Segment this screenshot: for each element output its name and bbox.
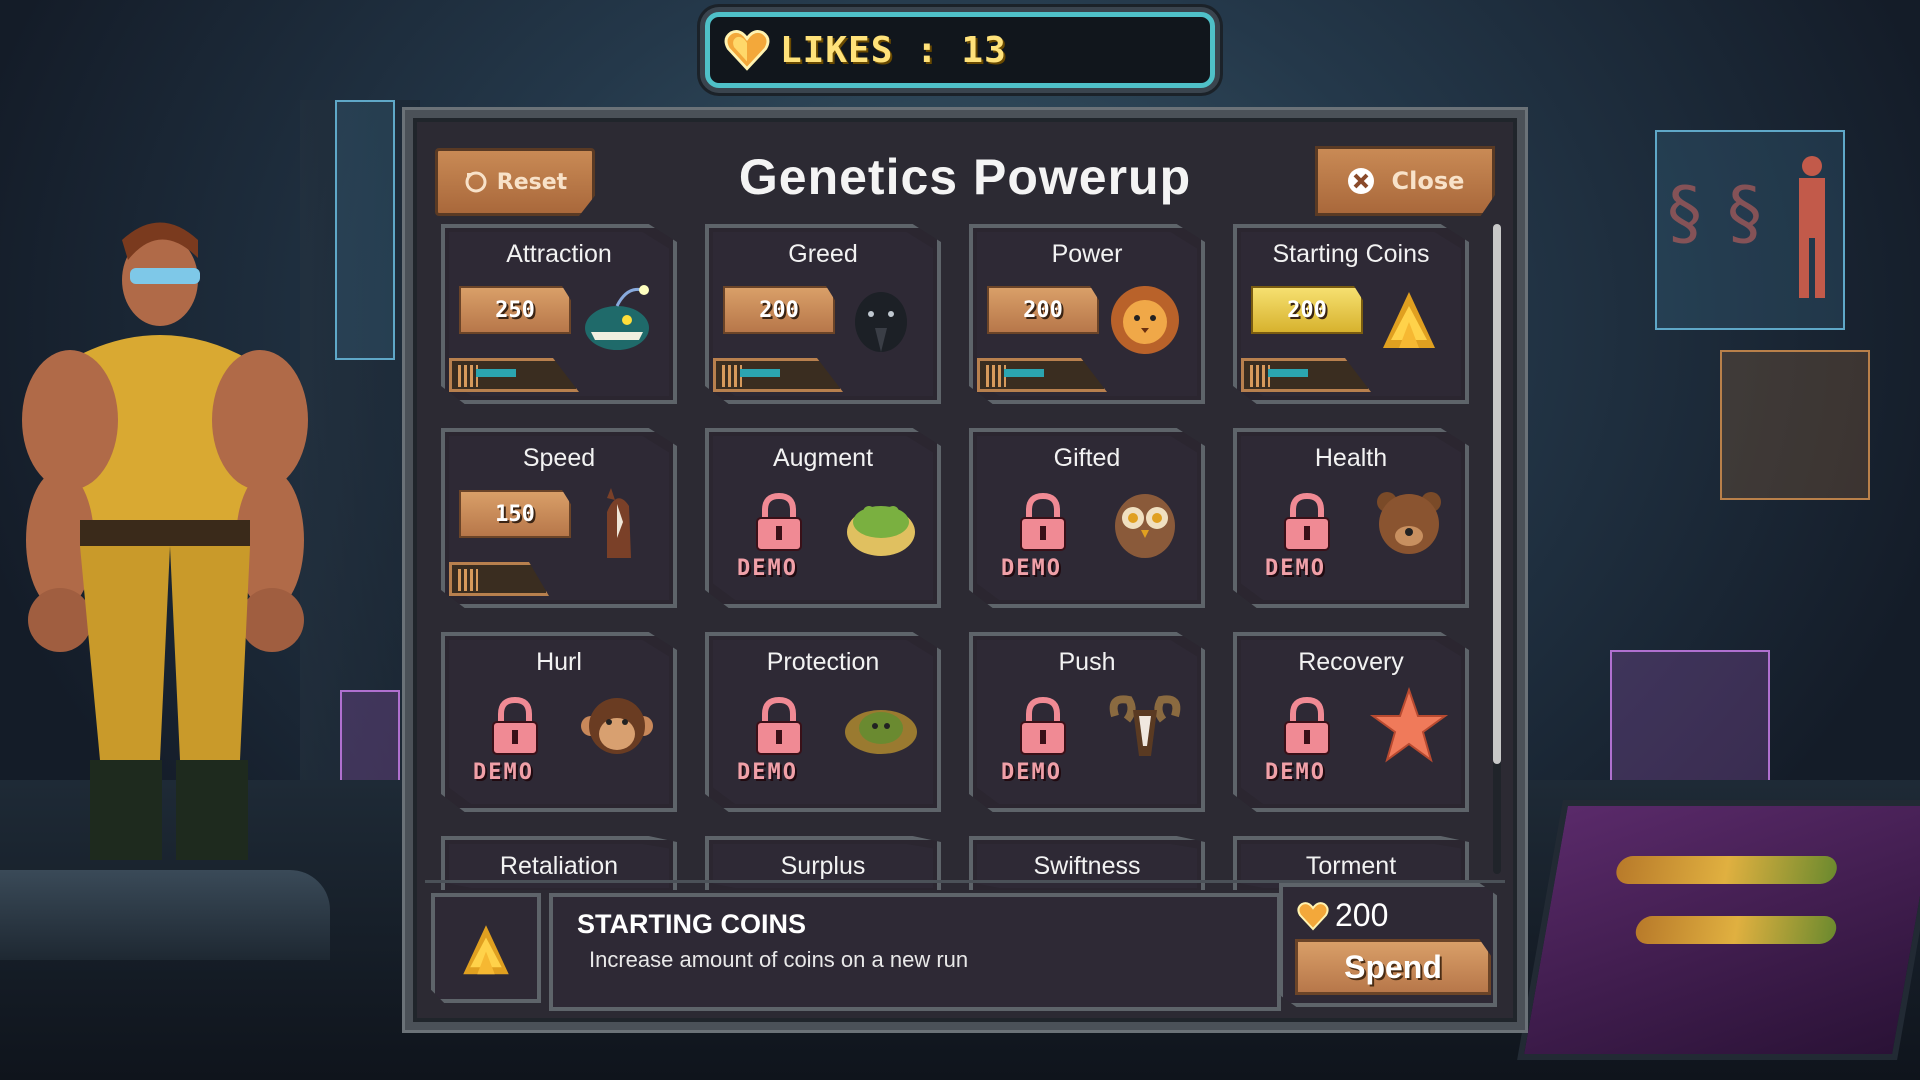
lock-icon	[1020, 696, 1066, 755]
demo-badge: DEMO	[1001, 556, 1062, 581]
selected-powerup-icon-box	[431, 893, 541, 1003]
demo-badge: DEMO	[1265, 556, 1326, 581]
turtle-icon	[845, 710, 917, 754]
panel-header: Reset Genetics Powerup Close	[413, 118, 1517, 228]
coin-pile-icon	[1383, 292, 1435, 348]
powerup-name: Gifted	[1053, 444, 1121, 472]
spend-box: 200 Spend	[1279, 883, 1497, 1007]
powerup-name: Greed	[788, 240, 858, 268]
powerup-name: Attraction	[506, 240, 612, 268]
selected-powerup-description: Increase amount of coins on a new run	[589, 947, 969, 972]
powerup-name: Torment	[1305, 852, 1397, 880]
scrollbar-thumb[interactable]	[1493, 224, 1501, 764]
dna-hologram: § §	[1655, 130, 1845, 330]
lion-icon	[1111, 286, 1179, 354]
close-button[interactable]: Close	[1315, 146, 1495, 216]
powerup-card-health[interactable]: Health DEMO	[1233, 428, 1469, 608]
lock-icon	[1020, 492, 1066, 551]
powerup-cost: 200	[987, 286, 1099, 334]
powerup-cost: 250	[459, 286, 571, 334]
bear-icon	[1377, 492, 1441, 554]
demo-badge: DEMO	[1001, 760, 1062, 785]
anglerfish-icon	[585, 285, 649, 350]
demo-badge: DEMO	[737, 556, 798, 581]
owl-icon	[1115, 494, 1175, 558]
close-icon	[1347, 168, 1374, 194]
likes-counter: LIKES : 13	[705, 12, 1215, 88]
lock-icon	[1284, 492, 1330, 551]
powerup-grid-area: Attraction 250 Greed 200 Power 200 Start…	[431, 224, 1503, 890]
demo-badge: DEMO	[737, 760, 798, 785]
powerup-cost: 150	[459, 490, 571, 538]
powerup-cost: 200	[723, 286, 835, 334]
genetics-powerup-panel: Reset Genetics Powerup Close Attraction …	[405, 110, 1525, 1030]
powerup-name: Health	[1314, 444, 1388, 472]
powerup-name: Swiftness	[1033, 852, 1141, 880]
lock-icon	[492, 696, 538, 755]
powerup-name: Augment	[772, 444, 874, 472]
demo-badge: DEMO	[1265, 760, 1326, 785]
powerup-name: Surplus	[780, 852, 866, 880]
lock-icon	[1284, 696, 1330, 755]
horse-icon	[607, 488, 631, 558]
heart-icon	[724, 30, 770, 71]
powerup-card-recovery[interactable]: Recovery DEMO	[1233, 632, 1469, 812]
powerup-grid: Attraction 250 Greed 200 Power 200 Start…	[431, 224, 1503, 890]
price: 200	[1297, 897, 1388, 934]
powerup-card-starting-coins[interactable]: Starting Coins 200	[1233, 224, 1469, 404]
lock-icon	[756, 696, 802, 755]
weapon-tray	[1517, 800, 1920, 1060]
price-value: 200	[1335, 897, 1389, 933]
powerup-name: Protection	[766, 648, 880, 676]
powerup-card-augment[interactable]: Augment DEMO	[705, 428, 941, 608]
powerup-card-attraction[interactable]: Attraction 250	[441, 224, 677, 404]
close-label: Close	[1391, 167, 1465, 195]
ram-icon	[1109, 695, 1181, 756]
lock-icon	[756, 492, 802, 551]
starfish-icon	[1369, 686, 1449, 763]
powerup-card-power[interactable]: Power 200	[969, 224, 1205, 404]
selected-powerup-title: STARTING COINS	[577, 909, 806, 939]
powerup-name: Power	[1051, 240, 1123, 268]
hologram-panel	[1720, 350, 1870, 500]
powerup-card-greed[interactable]: Greed 200	[705, 224, 941, 404]
spend-button[interactable]: Spend	[1295, 939, 1491, 995]
frog-icon	[847, 506, 915, 556]
hologram-panel	[335, 100, 395, 360]
demo-badge: DEMO	[473, 760, 534, 785]
powerup-name: Retaliation	[499, 852, 619, 880]
powerup-name: Starting Coins	[1272, 240, 1430, 268]
powerup-name: Recovery	[1298, 648, 1404, 676]
powerup-card-push[interactable]: Push DEMO	[969, 632, 1205, 812]
powerup-card-speed[interactable]: Speed 150	[441, 428, 677, 608]
pedestal	[0, 870, 330, 960]
powerup-name: Hurl	[536, 648, 582, 676]
powerup-name: Push	[1058, 648, 1116, 676]
likes-label: LIKES : 13	[780, 29, 1007, 71]
powerup-cost: 200	[1251, 286, 1363, 334]
raven-icon	[855, 292, 907, 352]
hero-character	[22, 222, 308, 860]
details-footer: STARTING COINS Increase amount of coins …	[425, 880, 1505, 1011]
description-box: STARTING COINS Increase amount of coins …	[549, 893, 1281, 1011]
coin-pile-icon	[463, 925, 509, 975]
heart-icon	[1297, 901, 1329, 930]
powerup-card-gifted[interactable]: Gifted DEMO	[969, 428, 1205, 608]
powerup-name: Speed	[522, 444, 596, 472]
powerup-card-protection[interactable]: Protection DEMO	[705, 632, 941, 812]
powerup-card-hurl[interactable]: Hurl DEMO	[441, 632, 677, 812]
monkey-icon	[581, 698, 653, 754]
scrollbar[interactable]	[1493, 224, 1501, 874]
